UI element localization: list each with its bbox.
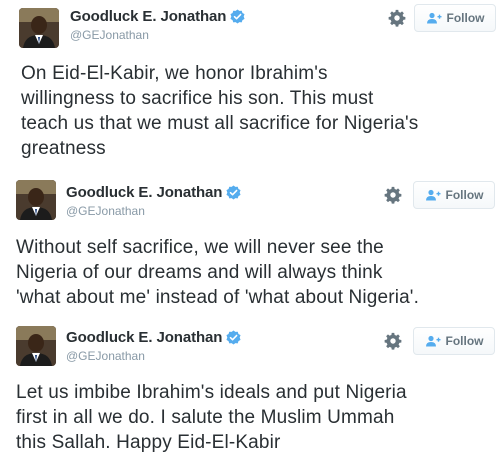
follow-button[interactable]: Follow <box>413 181 495 209</box>
follow-button-label: Follow <box>445 188 484 202</box>
follow-button[interactable]: Follow <box>414 4 496 32</box>
verified-badge-icon <box>226 185 241 200</box>
author-handle[interactable]: @GEJonathan <box>66 204 145 218</box>
author-handle[interactable]: @GEJonathan <box>66 349 145 363</box>
avatar[interactable] <box>19 8 59 48</box>
author-name[interactable]: Goodluck E. Jonathan <box>66 329 222 346</box>
follow-button-label: Follow <box>446 11 485 25</box>
gear-icon[interactable] <box>384 332 402 350</box>
avatar[interactable] <box>16 180 56 220</box>
author-handle[interactable]: @GEJonathan <box>70 28 149 42</box>
follow-person-plus-icon <box>425 335 440 347</box>
follow-person-plus-icon <box>425 189 440 201</box>
tweet-text: On Eid-El-Kabir, we honor Ibrahim's will… <box>21 61 418 161</box>
author-name-row: Goodluck E. Jonathan <box>70 8 245 25</box>
author-name-row: Goodluck E. Jonathan <box>66 184 241 201</box>
tweet-text-line: this Sallah. Happy Eid-El-Kabir <box>16 432 281 453</box>
author-name[interactable]: Goodluck E. Jonathan <box>70 8 226 25</box>
gear-icon[interactable] <box>384 186 402 204</box>
tweet-text-line: Nigeria of our dreams and will always th… <box>16 262 383 283</box>
follow-button[interactable]: Follow <box>413 327 495 355</box>
avatar[interactable] <box>16 326 56 366</box>
tweet-text-line: greatness <box>21 138 106 159</box>
tweet-text-line: Let us imbibe Ibrahim's ideals and put N… <box>16 382 407 403</box>
tweet-text-line: teach us that we must all sacrifice for … <box>21 113 419 134</box>
verified-badge-icon <box>226 330 241 345</box>
verified-badge-icon <box>230 9 245 24</box>
tweet-text-line: 'what about me' instead of 'what about N… <box>16 287 419 308</box>
tweet-text-line: first in all we do. I salute the Muslim … <box>16 407 395 428</box>
gear-icon[interactable] <box>388 9 406 27</box>
author-name[interactable]: Goodluck E. Jonathan <box>66 184 222 201</box>
author-name-row: Goodluck E. Jonathan <box>66 329 241 346</box>
follow-person-plus-icon <box>426 12 441 24</box>
follow-button-label: Follow <box>445 334 484 348</box>
tweet-text-line: willingness to sacrifice his son. This m… <box>21 88 374 109</box>
tweet-text-line: On Eid-El-Kabir, we honor Ibrahim's <box>21 63 328 84</box>
tweet-text: Without self sacrifice, we will never se… <box>16 235 419 310</box>
tweet-text-line: Without self sacrifice, we will never se… <box>16 237 384 258</box>
tweet-text: Let us imbibe Ibrahim's ideals and put N… <box>16 380 407 455</box>
